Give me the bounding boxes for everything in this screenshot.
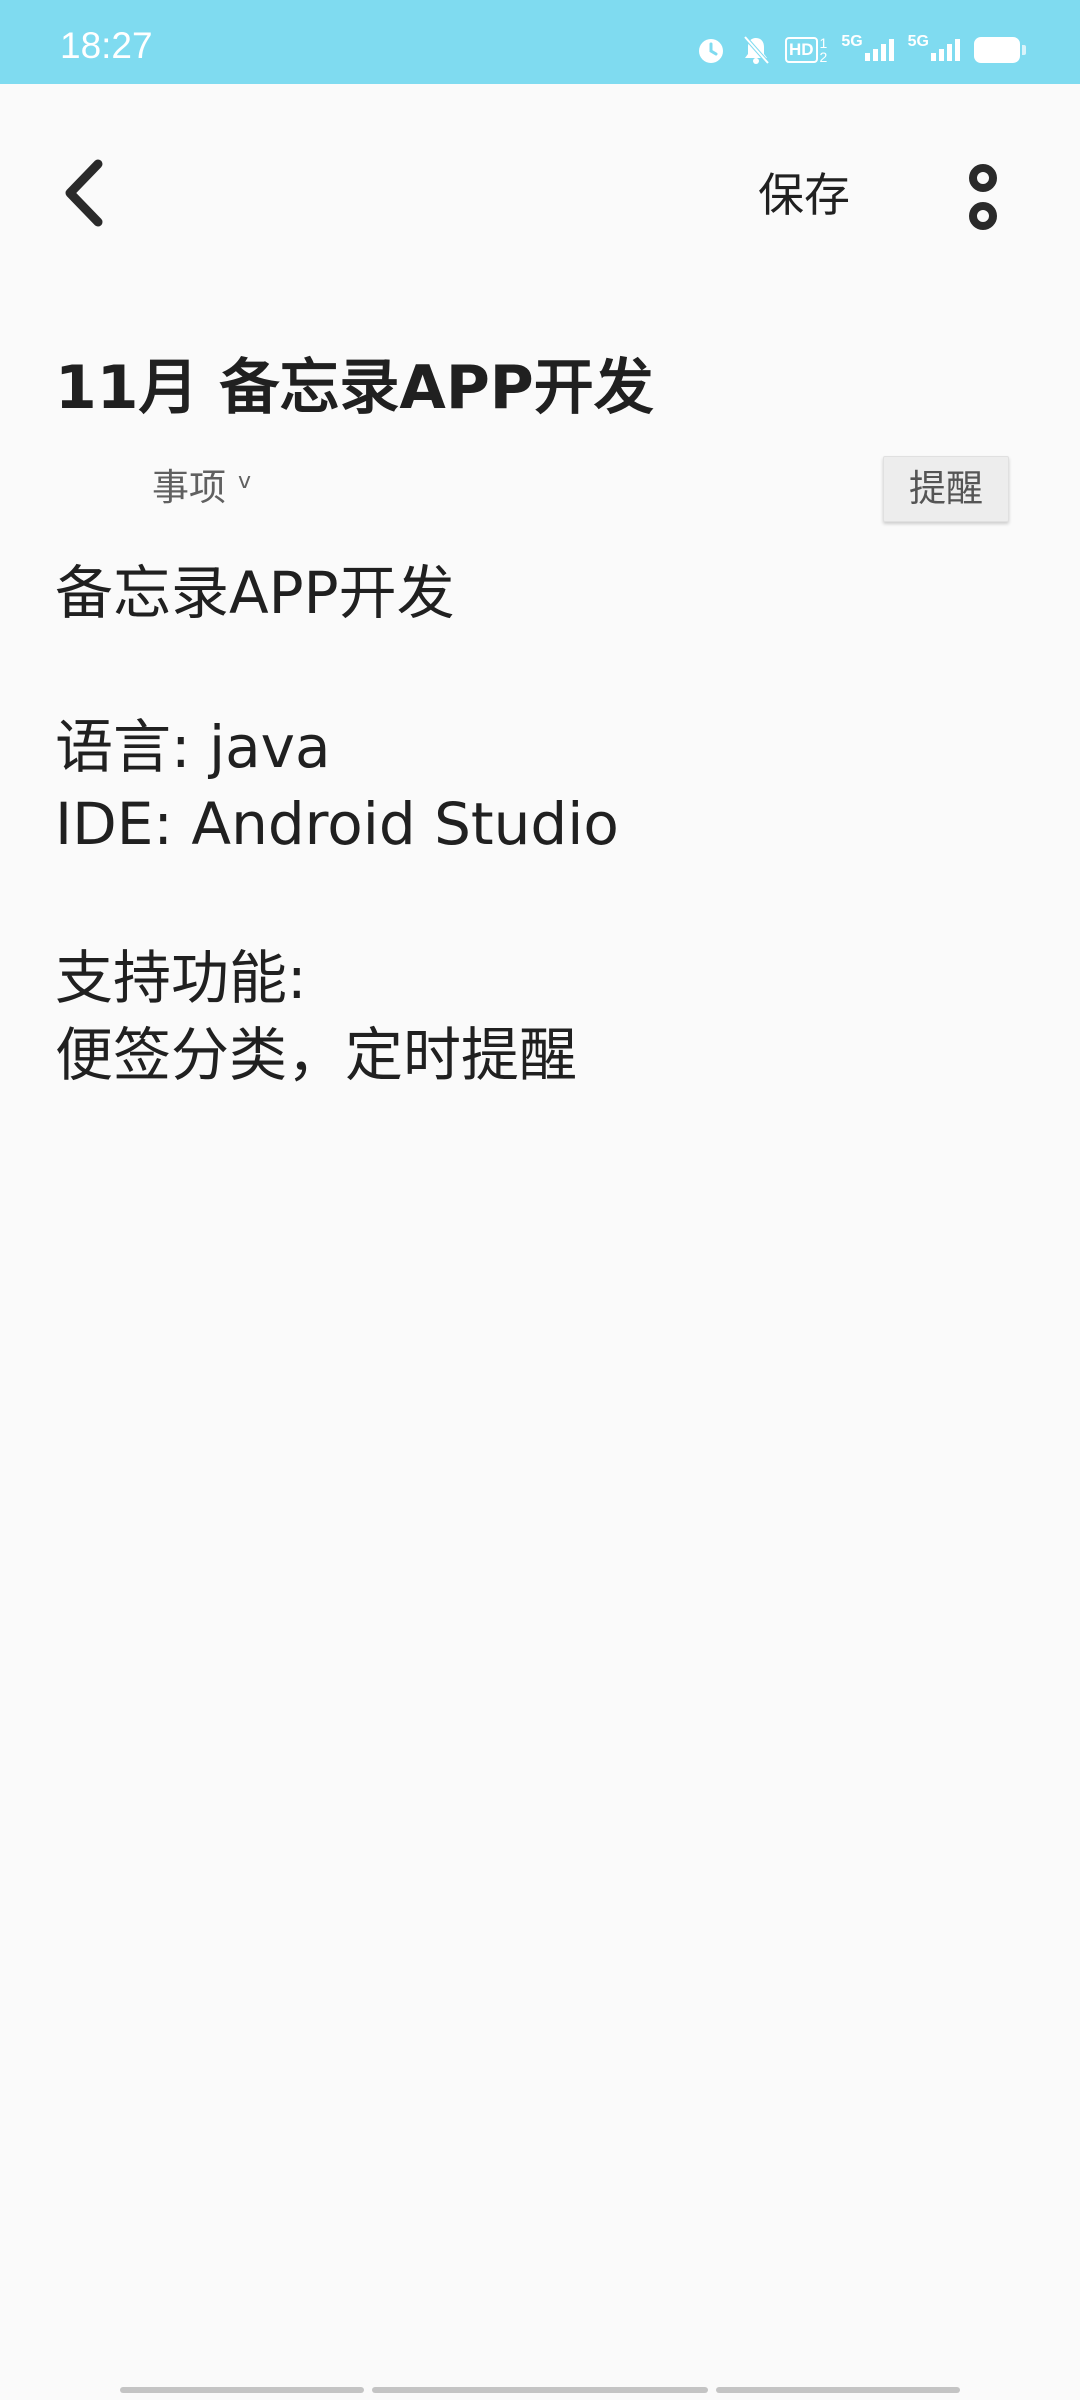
more-vertical-icon [965,162,1001,238]
body-line [55,863,1025,940]
status-bar: 18:27 HD 1 2 5G 5G [0,0,1080,84]
signal-5g-icon: 5G [908,33,960,67]
body-line: 支持功能: [55,944,307,1012]
body-line: 语言: java [55,713,331,781]
bell-off-icon [741,33,771,67]
hd-label: HD [784,37,818,63]
network-label-2: 5G [907,33,929,50]
hd-sub-bottom: 2 [819,49,828,65]
note-body[interactable]: 备忘录APP开发 语言: java IDE: Android Studio 支持… [55,555,1025,1094]
chevron-left-icon [60,158,110,232]
category-dropdown[interactable]: 事项 v [152,460,251,516]
chevron-down-icon: v [238,469,252,494]
status-time: 18:27 [60,25,153,66]
body-line: 便签分类，定时提醒 [55,1021,578,1089]
body-line [55,632,1025,709]
remind-button[interactable]: 提醒 [883,456,1009,522]
body-line: IDE: Android Studio [55,790,619,858]
status-icons: HD 1 2 5G 5G [695,30,1026,70]
note-title[interactable]: 11月 备忘录APP开发 [55,348,654,428]
hd-icon: HD 1 2 [784,33,828,67]
network-label-1: 5G [841,33,863,50]
more-options-button[interactable] [955,155,1011,245]
save-button[interactable]: 保存 [750,158,858,232]
body-line: 备忘录APP开发 [55,559,455,627]
gesture-bar-right [716,2387,960,2393]
back-button[interactable] [60,150,140,240]
signal-5g-icon: 5G [841,33,894,67]
gesture-bar-center [372,2387,708,2393]
category-label: 事项 [152,466,226,509]
gesture-bar-left [120,2387,364,2393]
hd-sub-top: 1 [819,35,828,51]
alarm-icon [695,33,727,67]
hd-sub: 1 2 [820,36,828,64]
battery-icon [974,33,1026,67]
